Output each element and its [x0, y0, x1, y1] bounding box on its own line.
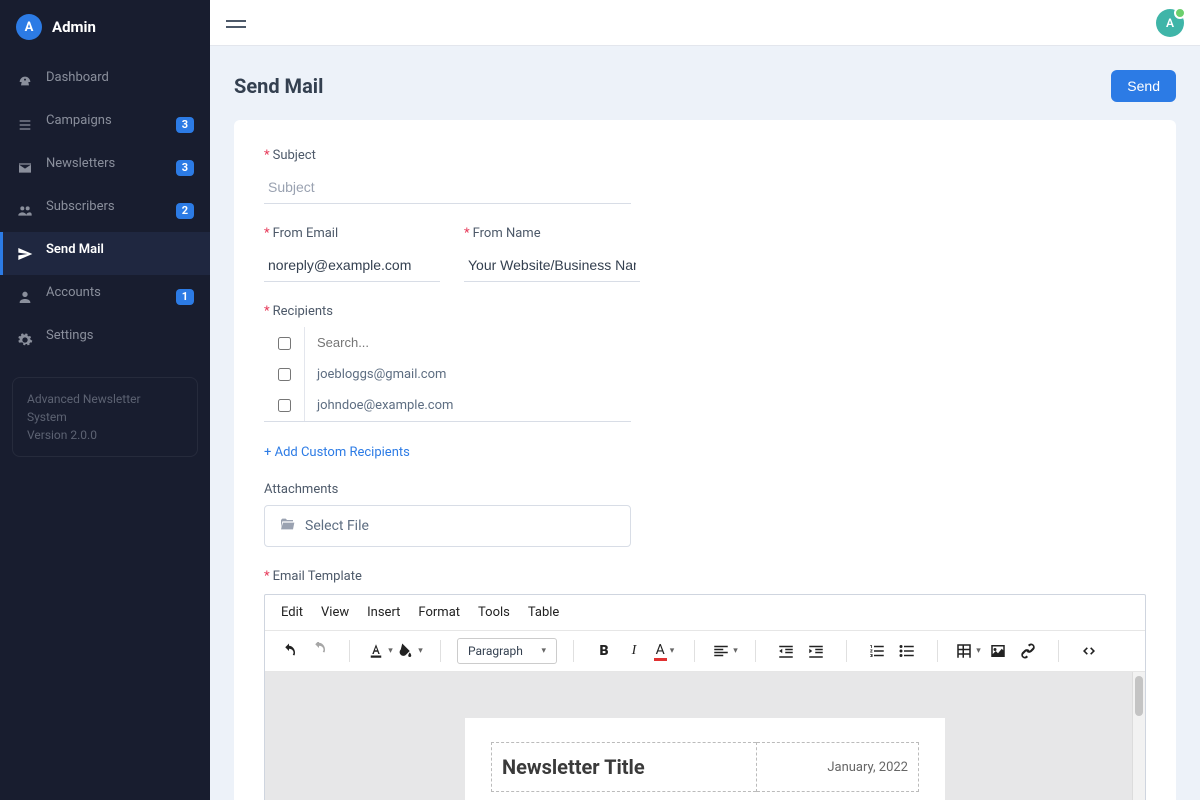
- sidebar-item-campaigns[interactable]: Campaigns 3: [0, 103, 210, 146]
- newsletter-date[interactable]: January, 2022: [767, 760, 908, 775]
- link-icon[interactable]: [1014, 637, 1042, 665]
- sidebar-item-label: Subscribers: [46, 199, 164, 214]
- menu-table[interactable]: Table: [528, 605, 559, 620]
- from-email-input[interactable]: [264, 249, 440, 282]
- account-icon: [16, 289, 34, 305]
- brand-title: Admin: [52, 18, 96, 36]
- recipient-row: johndoe@example.com: [264, 390, 631, 421]
- editor-body[interactable]: Newsletter Title January, 2022: [265, 672, 1145, 800]
- scrollbar[interactable]: [1132, 672, 1145, 800]
- sidebar-item-subscribers[interactable]: Subscribers 2: [0, 189, 210, 232]
- editor-toolbar: ▾ ▾ Paragraph ▾ B I A▾: [265, 631, 1145, 672]
- recipient-email: joebloggs@gmail.com: [305, 359, 631, 390]
- subject-label: *Subject: [264, 148, 1146, 163]
- from-name-label: *From Name: [464, 226, 640, 241]
- from-email-label: *From Email: [264, 226, 440, 241]
- page-title: Send Mail: [234, 74, 323, 98]
- send-button[interactable]: Send: [1111, 70, 1176, 102]
- brand-initial-badge: A: [16, 14, 42, 40]
- text-color-icon[interactable]: ▾: [366, 637, 394, 665]
- content: Send Mail Send *Subject *From Email *Fro…: [210, 46, 1200, 800]
- newsletter-preview: Newsletter Title January, 2022: [465, 718, 945, 800]
- sidebar-item-label: Dashboard: [46, 70, 194, 85]
- sidebar-badge: 3: [176, 117, 194, 133]
- outdent-icon[interactable]: [772, 637, 800, 665]
- sidebar-item-settings[interactable]: Settings: [0, 318, 210, 361]
- chevron-down-icon: ▾: [541, 646, 546, 656]
- image-icon[interactable]: [984, 637, 1012, 665]
- subject-input[interactable]: [264, 171, 631, 204]
- from-name-input[interactable]: [464, 249, 640, 282]
- block-format-select[interactable]: Paragraph ▾: [457, 638, 557, 664]
- list-icon: [16, 117, 34, 133]
- sidebar-item-label: Newsletters: [46, 156, 164, 171]
- template-label: *Email Template: [264, 569, 1146, 584]
- menu-insert[interactable]: Insert: [367, 605, 400, 620]
- sidebar-item-label: Accounts: [46, 285, 164, 300]
- footer-product: Advanced Newsletter System: [27, 390, 183, 426]
- block-format-value: Paragraph: [468, 644, 523, 658]
- recipients-search-input[interactable]: [317, 335, 619, 350]
- topbar: A: [210, 0, 1200, 46]
- recipient-checkbox[interactable]: [278, 368, 291, 381]
- background-color-icon[interactable]: ▾: [396, 637, 424, 665]
- italic-icon[interactable]: I: [620, 637, 648, 665]
- align-icon[interactable]: ▾: [711, 637, 739, 665]
- redo-icon[interactable]: [305, 637, 333, 665]
- attachments-label: Attachments: [264, 482, 1146, 497]
- sidebar-nav: Dashboard Campaigns 3 Newsletters 3 Subs…: [0, 54, 210, 367]
- recipient-row: joebloggs@gmail.com: [264, 359, 631, 390]
- menu-format[interactable]: Format: [418, 605, 460, 620]
- folder-open-icon: [279, 516, 295, 536]
- mail-icon: [16, 160, 34, 176]
- sidebar-badge: 3: [176, 160, 194, 176]
- bold-icon[interactable]: B: [590, 637, 618, 665]
- bullet-list-icon[interactable]: [893, 637, 921, 665]
- menu-view[interactable]: View: [321, 605, 349, 620]
- numbered-list-icon[interactable]: [863, 637, 891, 665]
- sidebar-item-dashboard[interactable]: Dashboard: [0, 60, 210, 103]
- table-icon[interactable]: ▾: [954, 637, 982, 665]
- file-picker-label: Select File: [305, 518, 369, 534]
- sidebar-badge: 1: [176, 289, 194, 305]
- recipient-email: johndoe@example.com: [305, 390, 631, 421]
- recipients-label: *Recipients: [264, 304, 1146, 319]
- menu-edit[interactable]: Edit: [281, 605, 303, 620]
- page-head: Send Mail Send: [234, 70, 1176, 102]
- sidebar-item-accounts[interactable]: Accounts 1: [0, 275, 210, 318]
- editor: Edit View Insert Format Tools Table ▾: [264, 594, 1146, 800]
- sidebar: A Admin Dashboard Campaigns 3 Newsletter…: [0, 0, 210, 800]
- gauge-icon: [16, 74, 34, 90]
- editor-menubar: Edit View Insert Format Tools Table: [265, 595, 1145, 631]
- gear-icon: [16, 332, 34, 348]
- form-card: *Subject *From Email *From Name *Recipie…: [234, 120, 1176, 800]
- send-icon: [16, 246, 34, 262]
- main: A Send Mail Send *Subject *From Email *F…: [210, 0, 1200, 800]
- indent-icon[interactable]: [802, 637, 830, 665]
- sidebar-item-label: Settings: [46, 328, 194, 343]
- users-icon: [16, 203, 34, 219]
- footer-version: Version 2.0.0: [27, 426, 183, 444]
- recipients-select-all[interactable]: [278, 337, 291, 350]
- code-icon[interactable]: [1075, 637, 1103, 665]
- menu-tools[interactable]: Tools: [478, 605, 510, 620]
- avatar[interactable]: A: [1156, 9, 1184, 37]
- sidebar-badge: 2: [176, 203, 194, 219]
- newsletter-title[interactable]: Newsletter Title: [502, 755, 746, 779]
- sidebar-item-label: Send Mail: [46, 242, 194, 257]
- menu-toggle-icon[interactable]: [226, 17, 246, 29]
- sidebar-item-newsletters[interactable]: Newsletters 3: [0, 146, 210, 189]
- file-picker[interactable]: Select File: [264, 505, 631, 547]
- forecolor-icon[interactable]: A▾: [650, 637, 678, 665]
- sidebar-footer: Advanced Newsletter System Version 2.0.0: [12, 377, 198, 457]
- add-custom-recipients-link[interactable]: + Add Custom Recipients: [264, 445, 410, 460]
- undo-icon[interactable]: [275, 637, 303, 665]
- recipients-list: joebloggs@gmail.com johndoe@example.com: [264, 327, 631, 422]
- sidebar-item-send-mail[interactable]: Send Mail: [0, 232, 210, 275]
- sidebar-item-label: Campaigns: [46, 113, 164, 128]
- recipient-checkbox[interactable]: [278, 399, 291, 412]
- brand[interactable]: A Admin: [0, 0, 210, 54]
